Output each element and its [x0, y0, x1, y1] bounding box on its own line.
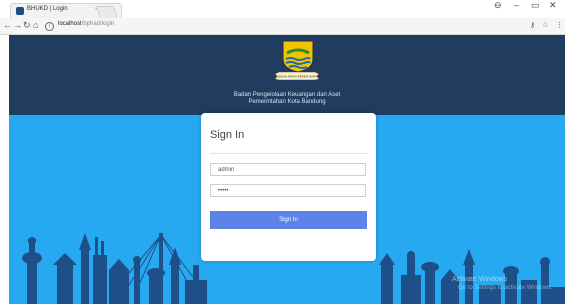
tab-title: BHUKD | Login: [27, 6, 68, 12]
sign-in-button[interactable]: Sign In: [210, 211, 367, 229]
url-host: localhost: [58, 21, 82, 27]
key-icon[interactable]: ⚷: [530, 21, 535, 29]
card-divider: [210, 153, 367, 154]
sign-in-card: Sign In Sign In: [201, 113, 376, 261]
browser-toolbar: ← → ↻ ⌂ i localhost/bphad/login ⚷ ☆ ⋮: [0, 18, 565, 35]
url-path: /bphad/login: [81, 21, 115, 27]
windows-activation-title: Activate Windows: [452, 276, 508, 283]
org-name-line2: Pemerintahan Kota Bandung: [248, 99, 326, 105]
browser-tab-bar: BHUKD | Login × ⊖ – ▭ ✕: [0, 0, 565, 19]
sign-in-title: Sign In: [210, 129, 245, 141]
username-input[interactable]: [210, 163, 366, 176]
address-bar[interactable]: localhost/bphad/login: [58, 21, 358, 31]
close-window-button[interactable]: ✕: [549, 0, 557, 11]
city-emblem-icon: [282, 40, 314, 73]
menu-icon[interactable]: ⋮: [556, 21, 563, 29]
home-icon[interactable]: ⌂: [33, 20, 38, 30]
bookmark-star-icon[interactable]: ☆: [542, 21, 548, 29]
emblem-motto-ribbon: GEMAH RIPAH REPEH RAPIH: [275, 72, 319, 80]
restore-button[interactable]: ▭: [531, 0, 540, 11]
org-name-line1: Badan Pengelolaan Keuangan dan Aset: [233, 92, 341, 98]
windows-activation-hint: Go to Settings to activate Windows.: [458, 285, 553, 291]
emblem-motto-text: GEMAH RIPAH REPEH RAPIH: [276, 75, 318, 79]
account-icon[interactable]: ⊖: [494, 0, 502, 11]
password-input[interactable]: [210, 184, 366, 197]
favicon-icon: [16, 7, 24, 15]
reload-icon[interactable]: ↻: [23, 20, 31, 31]
forward-arrow-icon[interactable]: →: [13, 20, 22, 30]
site-info-icon[interactable]: i: [45, 22, 54, 31]
minimize-button[interactable]: –: [514, 0, 519, 10]
back-arrow-icon[interactable]: ←: [3, 20, 12, 30]
